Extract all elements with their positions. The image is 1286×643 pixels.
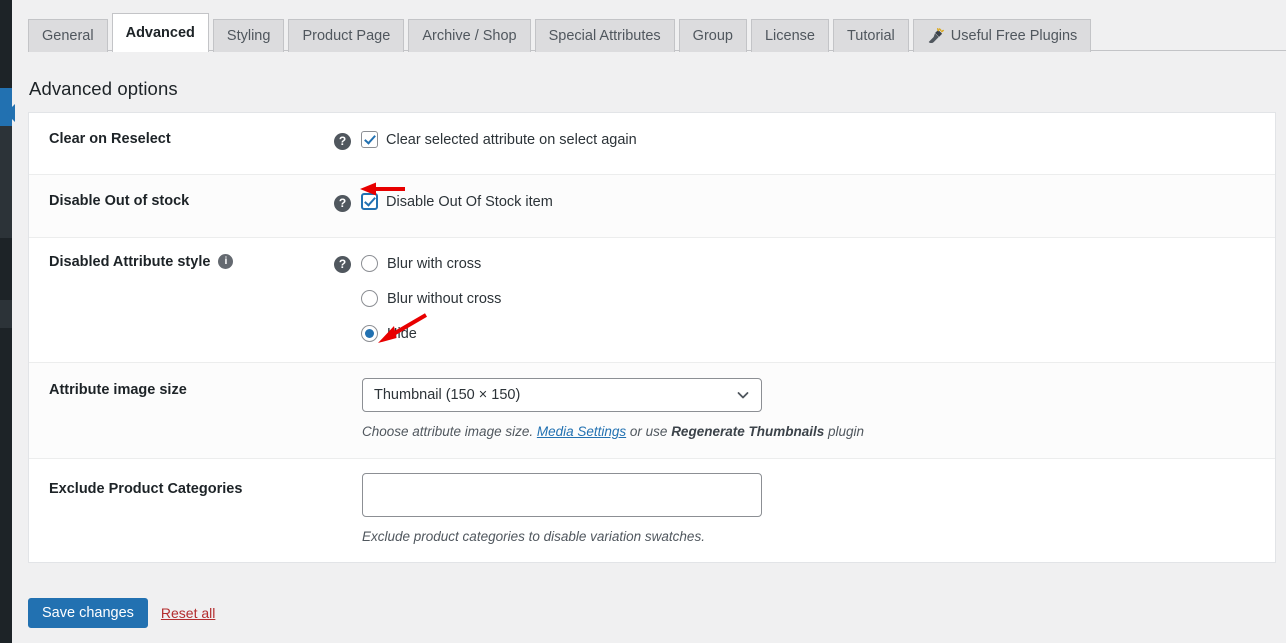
row-exclude-product-categories: Exclude Product Categories Exclude produ…: [29, 459, 1275, 562]
plug-icon: [927, 27, 944, 45]
info-icon[interactable]: i: [218, 254, 234, 269]
chevron-down-icon: [736, 379, 750, 411]
tab-label: Special Attributes: [548, 27, 661, 44]
label-exclude-product-categories: Exclude Product Categories: [29, 459, 334, 515]
label-attribute-image-size: Attribute image size: [29, 363, 334, 416]
settings-card: Clear on Reselect ? Clear selected attri…: [28, 112, 1276, 563]
field-disabled-attribute-style: ? Blur with cross Blur without cross Hide: [334, 238, 1275, 360]
label-text: Disable Out of stock: [49, 193, 190, 209]
label-text: Disabled Attribute style: [49, 254, 211, 270]
field-exclude-product-categories: Exclude product categories to disable va…: [334, 459, 1275, 562]
attribute-image-size-description: Choose attribute image size. Media Setti…: [362, 424, 864, 439]
checkbox-disable-out-of-stock-label: Disable Out Of Stock item: [386, 193, 553, 210]
tab-label: License: [764, 27, 815, 44]
row-clear-on-reselect: Clear on Reselect ? Clear selected attri…: [29, 113, 1275, 175]
tab-group[interactable]: Group: [678, 19, 747, 52]
select-attribute-image-size-value: Thumbnail (150 × 150): [374, 387, 521, 403]
label-text: Clear on Reselect: [49, 131, 171, 147]
desc-prefix: Choose attribute image size.: [362, 424, 537, 439]
tab-bar: General Advanced Styling Product Page Archiv…: [12, 0, 1286, 52]
form-footer: Save changes Reset all: [28, 598, 215, 628]
media-settings-link[interactable]: Media Settings: [537, 424, 626, 439]
field-attribute-image-size: Thumbnail (150 × 150) Choose attribute i…: [334, 363, 1275, 457]
desc-strong: Regenerate Thumbnails: [671, 424, 825, 439]
label-disable-out-of-stock: Disable Out of stock: [29, 175, 334, 227]
tab-label: Group: [692, 27, 733, 44]
checkbox-clear-on-reselect[interactable]: [361, 131, 378, 148]
save-changes-button[interactable]: Save changes: [28, 598, 148, 628]
tab-tutorial[interactable]: Tutorial: [832, 19, 909, 52]
radio-label: Blur without cross: [387, 290, 502, 307]
tab-label: General: [42, 27, 94, 44]
radio-option-hide[interactable]: Hide: [361, 325, 501, 342]
tab-advanced[interactable]: Advanced: [111, 13, 209, 52]
sidebar-segment-lighter-2: [0, 300, 12, 328]
label-clear-on-reselect: Clear on Reselect: [29, 113, 334, 165]
radio-input[interactable]: [361, 325, 378, 342]
tab-label: Useful Free Plugins: [950, 27, 1078, 44]
tab-license[interactable]: License: [750, 19, 829, 52]
tab-label: Tutorial: [846, 27, 895, 44]
wp-admin-sidebar: [0, 0, 15, 643]
tab-archive-shop[interactable]: Archive / Shop: [408, 19, 531, 52]
help-icon[interactable]: ?: [334, 133, 351, 150]
sidebar-segment-lighter: [0, 126, 12, 238]
exclude-product-categories-description: Exclude product categories to disable va…: [362, 529, 705, 544]
attribute-image-size-stack: Thumbnail (150 × 150) Choose attribute i…: [362, 378, 864, 439]
tab-general[interactable]: General: [28, 19, 108, 52]
tab-label: Product Page: [302, 27, 391, 44]
help-icon[interactable]: ?: [334, 256, 351, 273]
label-text: Exclude Product Categories: [49, 481, 243, 497]
desc-mid: or use: [626, 424, 672, 439]
field-disable-out-of-stock: ? Disable Out Of Stock item: [334, 175, 1275, 230]
radio-input[interactable]: [361, 290, 378, 307]
field-clear-on-reselect: ? Clear selected attribute on select aga…: [334, 113, 1275, 168]
checkbox-disable-out-of-stock-wrap[interactable]: Disable Out Of Stock item: [361, 193, 553, 210]
input-exclude-product-categories[interactable]: [362, 473, 762, 517]
radio-option-blur-with-cross[interactable]: Blur with cross: [361, 255, 501, 272]
exclude-product-categories-stack: Exclude product categories to disable va…: [362, 473, 762, 544]
reset-all-link[interactable]: Reset all: [161, 605, 215, 621]
tab-label: Archive / Shop: [422, 27, 517, 44]
label-text: Attribute image size: [49, 382, 187, 398]
tab-useful-free-plugins[interactable]: Useful Free Plugins: [912, 19, 1092, 52]
tab-product-page[interactable]: Product Page: [288, 19, 405, 52]
sidebar-active-pointer-icon: [6, 104, 15, 122]
checkbox-disable-out-of-stock[interactable]: [361, 193, 378, 210]
radio-label: Hide: [387, 325, 417, 342]
tab-special-attributes[interactable]: Special Attributes: [534, 19, 675, 52]
desc-suffix: plugin: [824, 424, 865, 439]
row-disabled-attribute-style: Disabled Attribute style i ? Blur with c…: [29, 238, 1275, 363]
tab-label: Styling: [226, 27, 271, 44]
page-title: Advanced options: [29, 78, 178, 99]
radio-option-blur-without-cross[interactable]: Blur without cross: [361, 290, 501, 307]
admin-settings-screen: General Advanced Styling Product Page Archiv…: [0, 0, 1286, 643]
tab-list: General Advanced Styling Product Page Archiv…: [28, 0, 1095, 52]
label-disabled-attribute-style: Disabled Attribute style i: [29, 238, 334, 288]
tab-label: Advanced: [125, 24, 195, 41]
row-disable-out-of-stock: Disable Out of stock ? Disable Out Of St…: [29, 175, 1275, 238]
checkbox-clear-on-reselect-label: Clear selected attribute on select again: [386, 131, 637, 148]
radio-input[interactable]: [361, 255, 378, 272]
tab-styling[interactable]: Styling: [212, 19, 285, 52]
row-attribute-image-size: Attribute image size Thumbnail (150 × 15…: [29, 363, 1275, 459]
select-attribute-image-size[interactable]: Thumbnail (150 × 150): [362, 378, 762, 412]
radio-label: Blur with cross: [387, 255, 482, 272]
checkbox-clear-on-reselect-wrap[interactable]: Clear selected attribute on select again: [361, 131, 637, 148]
help-icon[interactable]: ?: [334, 195, 351, 212]
radio-group-disabled-attribute-style: Blur with cross Blur without cross Hide: [361, 254, 501, 342]
